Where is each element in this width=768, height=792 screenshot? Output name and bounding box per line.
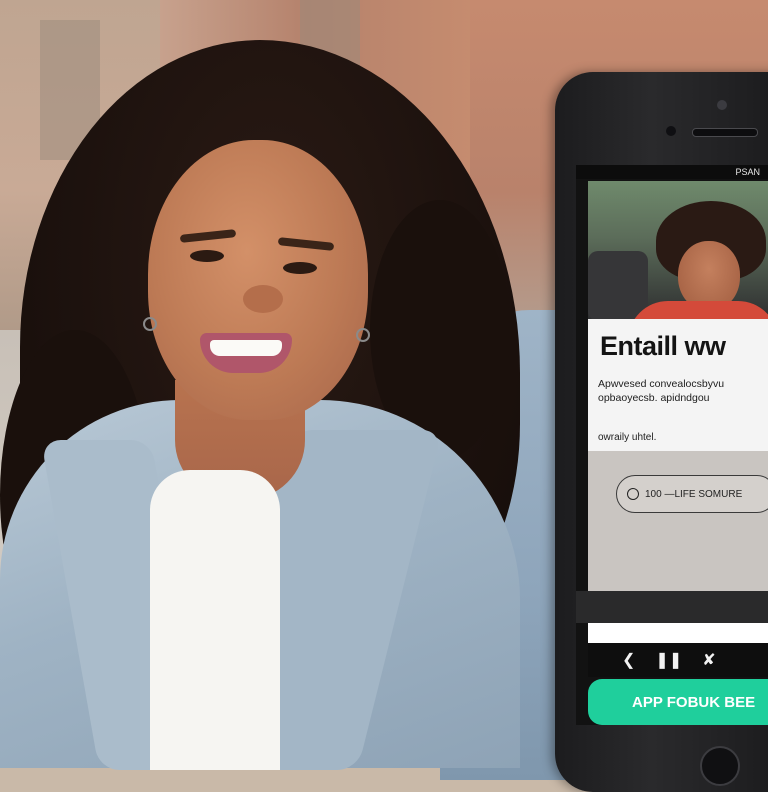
caption-text: owraily uhtel.: [598, 432, 657, 443]
app-cta-button[interactable]: APP FOBUK BEE: [588, 679, 768, 725]
share-icon[interactable]: ✘: [702, 650, 715, 670]
body-line: Apwvesed convealocsbyvu: [598, 378, 725, 390]
radio-icon: [627, 488, 639, 500]
hero-photo: [588, 181, 768, 341]
divider: [576, 591, 768, 623]
media-controls: ❮ ❚❚ ✘: [588, 643, 768, 677]
proximity-sensor: [666, 126, 676, 136]
earpiece-speaker: [692, 128, 758, 137]
headline: Entaill ww: [600, 331, 726, 361]
hero-background-object: [588, 251, 648, 321]
search-input-text: 100 —LIFE SOMURE: [645, 488, 743, 500]
eye-right: [283, 262, 317, 274]
body-line: opbaoyecsb. apidndgou: [598, 392, 710, 404]
front-camera-icon: [717, 100, 727, 110]
eye-left: [190, 250, 224, 262]
status-right: PSAN: [735, 167, 760, 177]
pause-icon[interactable]: ❚❚: [655, 650, 682, 670]
woman-face: [148, 140, 368, 420]
woman-nose: [243, 285, 283, 313]
search-input[interactable]: 100 —LIFE SOMURE: [616, 475, 768, 513]
woman-teeth: [210, 340, 282, 356]
white-strip: [588, 623, 768, 643]
status-bar: PSAN: [576, 165, 768, 179]
home-button[interactable]: [700, 746, 740, 786]
white-shirt: [150, 470, 280, 770]
input-panel: [588, 451, 768, 591]
phone-screen: PSAN Entaill ww Apwvesed convealocsbyvu …: [576, 165, 768, 725]
body-text: Apwvesed convealocsbyvu opbaoyecsb. apid…: [598, 377, 766, 405]
earring-right: [356, 328, 370, 342]
back-icon[interactable]: ❮: [622, 650, 635, 670]
earring-left: [143, 317, 157, 331]
